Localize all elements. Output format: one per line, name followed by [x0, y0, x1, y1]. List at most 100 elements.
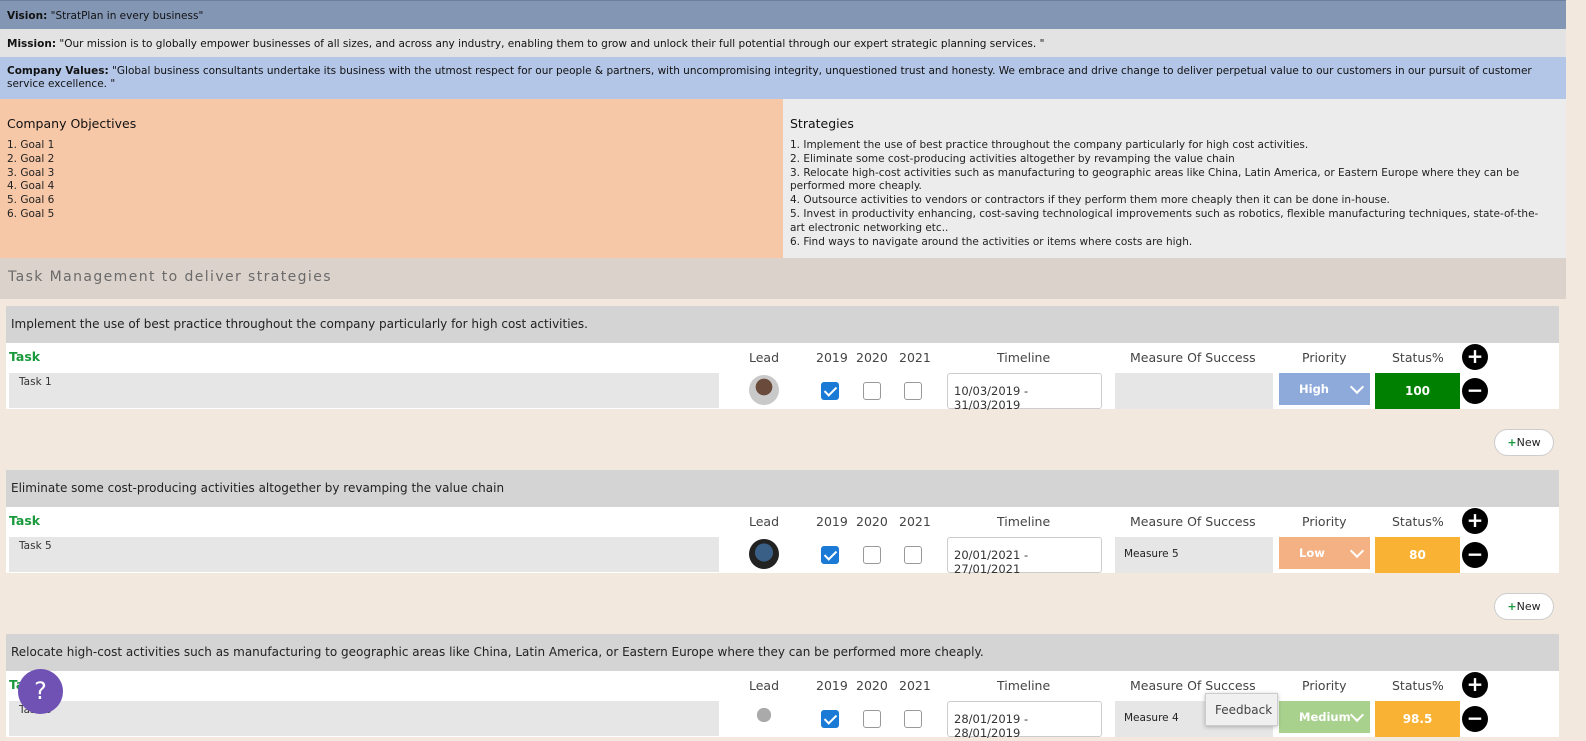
y2019-column-header: 2019: [816, 350, 848, 365]
strategies-panel: Strategies 1. Implement the use of best …: [783, 99, 1566, 258]
measure-of-success-field[interactable]: [1115, 373, 1273, 409]
new-task-button[interactable]: +New: [1494, 593, 1554, 620]
year-checkbox[interactable]: [863, 546, 881, 564]
objective-item: 1. Goal 1: [7, 139, 55, 151]
status-column-header: Status%: [1392, 350, 1444, 365]
lead-column-header: Lead: [749, 678, 780, 693]
chevron-down-icon: [1343, 373, 1370, 405]
y2021-column-header: 2021: [899, 678, 931, 693]
add-task-icon[interactable]: +: [1462, 344, 1488, 370]
task-management-title: Task Management to deliver strategies: [0, 258, 1566, 299]
lead-column-header: Lead: [749, 350, 780, 365]
measure-of-success-field[interactable]: Measure 5: [1115, 537, 1273, 573]
priority-column-header: Priority: [1302, 678, 1347, 693]
measure-column-header: Measure Of Success: [1130, 678, 1256, 693]
year-checkbox[interactable]: [904, 546, 922, 564]
task-row: Task Lead 2019 2020 2021 Timeline Measure Of S…: [6, 343, 1559, 412]
plus-icon: +: [1507, 436, 1517, 449]
y2020-column-header: 2020: [856, 678, 888, 693]
strategy-item: 4. Outsource activities to vendors or co…: [790, 194, 1390, 207]
strategies-list: 1. Implement the use of best practice th…: [790, 139, 1559, 249]
new-task-label: New: [1516, 436, 1541, 449]
strategy-item: 3. Relocate high-cost activities such as…: [790, 166, 1520, 193]
task-row: Task Lead 2019 2020 2021 Timeline Measure Of S…: [6, 507, 1559, 576]
status-column-header: Status%: [1392, 514, 1444, 529]
strategy-group-title: Implement the use of best practice throu…: [6, 306, 1559, 343]
add-task-icon[interactable]: +: [1462, 672, 1488, 698]
objective-item: 6. Goal 5: [7, 207, 55, 220]
objective-item: 4. Goal 4: [7, 180, 55, 193]
priority-column-header: Priority: [1302, 350, 1347, 365]
remove-task-icon[interactable]: −: [1462, 542, 1488, 568]
lead-column-header: Lead: [749, 514, 780, 529]
vision-text: "StratPlan in every business": [47, 10, 204, 22]
y2021-column-header: 2021: [899, 350, 931, 365]
task-name-field[interactable]: Task 6: [9, 701, 719, 736]
priority-column-header: Priority: [1302, 514, 1347, 529]
objectives-title: Company Objectives: [7, 116, 137, 131]
year-checkbox[interactable]: [904, 710, 922, 728]
measure-column-header: Measure Of Success: [1130, 350, 1256, 365]
year-checkbox[interactable]: [821, 382, 839, 400]
plus-icon: +: [1507, 600, 1517, 613]
y2019-column-header: 2019: [816, 514, 848, 529]
lead-avatar[interactable]: [749, 375, 779, 405]
priority-select[interactable]: Medium: [1279, 701, 1370, 733]
vision-bar: Vision: "StratPlan in every business": [0, 0, 1566, 29]
vision-label: Vision:: [7, 10, 48, 22]
timeline-field[interactable]: 28/01/2019 - 28/01/2019: [947, 701, 1102, 740]
feedback-button[interactable]: Feedback: [1205, 693, 1278, 726]
strategy-item: 2. Eliminate some cost-producing activit…: [790, 152, 1235, 165]
chevron-down-icon: [1343, 701, 1370, 733]
status-column-header: Status%: [1392, 678, 1444, 693]
add-task-icon[interactable]: +: [1462, 508, 1488, 534]
measure-column-header: Measure Of Success: [1130, 514, 1256, 529]
y2019-column-header: 2019: [816, 678, 848, 693]
status-percent[interactable]: 80: [1375, 537, 1460, 573]
task-name-field[interactable]: Task 5: [9, 537, 719, 572]
y2021-column-header: 2021: [899, 514, 931, 529]
objective-item: 2. Goal 2: [7, 152, 55, 165]
remove-task-icon[interactable]: −: [1462, 706, 1488, 732]
objectives-list: 1. Goal 1 2. Goal 2 3. Goal 3 4. Goal 4 …: [7, 139, 776, 222]
timeline-column-header: Timeline: [997, 514, 1051, 529]
priority-value: High: [1299, 382, 1329, 396]
strategy-item: 6. Find ways to navigate around the acti…: [790, 235, 1193, 248]
chevron-down-icon: [1343, 537, 1370, 569]
timeline-field[interactable]: 20/01/2021 - 27/01/2021: [947, 537, 1102, 576]
status-percent[interactable]: 100: [1375, 373, 1460, 409]
new-task-button[interactable]: +New: [1494, 429, 1554, 456]
strategy-group-title: Eliminate some cost-producing activities…: [6, 470, 1559, 507]
objective-item: 3. Goal 3: [7, 166, 55, 179]
y2020-column-header: 2020: [856, 514, 888, 529]
strategies-title: Strategies: [790, 116, 854, 131]
priority-select[interactable]: High: [1279, 373, 1370, 405]
help-button[interactable]: ?: [18, 669, 63, 714]
strategy-item: 1. Implement the use of best practice th…: [790, 139, 1309, 151]
timeline-field[interactable]: 10/03/2019 - 31/03/2019: [947, 373, 1102, 412]
priority-value: Low: [1299, 546, 1325, 560]
year-checkbox[interactable]: [821, 710, 839, 728]
mission-bar: Mission: "Our mission is to globally emp…: [0, 29, 1566, 57]
task-column-header: Task: [9, 513, 41, 528]
year-checkbox[interactable]: [904, 382, 922, 400]
lead-avatar[interactable]: [749, 703, 779, 733]
status-percent[interactable]: 98.5: [1375, 701, 1460, 737]
objective-item: 5. Goal 6: [7, 194, 55, 207]
priority-select[interactable]: Low: [1279, 537, 1370, 569]
new-task-label: New: [1516, 600, 1541, 613]
company-values-bar: Company Values: "Global business consult…: [0, 57, 1566, 99]
timeline-column-header: Timeline: [997, 350, 1051, 365]
task-name-field[interactable]: Task 1: [9, 373, 719, 408]
mission-label: Mission:: [7, 38, 57, 50]
remove-task-icon[interactable]: −: [1462, 378, 1488, 404]
year-checkbox[interactable]: [821, 546, 839, 564]
strategy-group-title: Relocate high-cost activities such as ma…: [6, 634, 1559, 671]
strategy-item: 5. Invest in productivity enhancing, cos…: [790, 207, 1539, 234]
task-column-header: Task: [9, 349, 41, 364]
mission-text: "Our mission is to globally empower busi…: [56, 38, 1045, 50]
lead-avatar[interactable]: [749, 539, 779, 569]
values-text: "Global business consultants undertake i…: [7, 65, 1532, 90]
year-checkbox[interactable]: [863, 382, 881, 400]
year-checkbox[interactable]: [863, 710, 881, 728]
